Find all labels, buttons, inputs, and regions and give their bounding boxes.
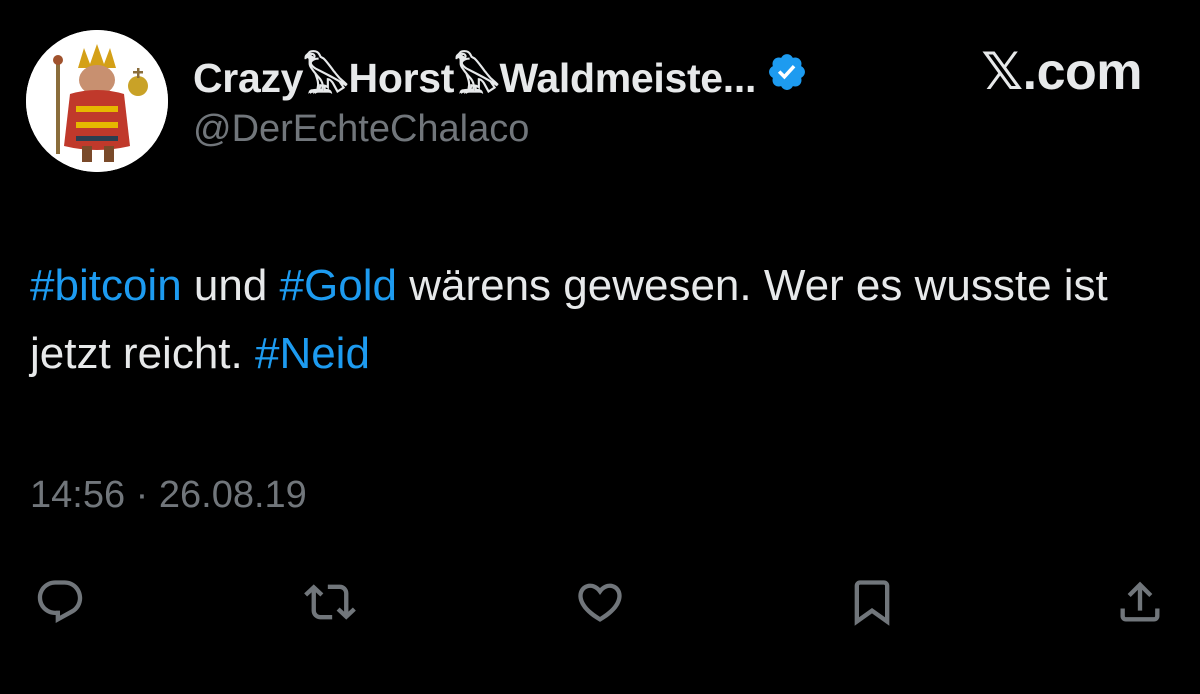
hashtag-link[interactable]: #bitcoin [30,261,182,310]
tweet-text-segment: und [181,261,280,310]
tweet-timestamp[interactable]: 14:56 · 26.08.19 [30,474,307,517]
like-button[interactable] [570,572,630,632]
like-icon [578,583,622,622]
display-name[interactable]: Crazy𓅃Horst𓅃Waldmeiste... [193,39,756,106]
reply-button[interactable] [30,572,90,632]
retweet-icon [304,584,356,620]
author-name-row[interactable]: Crazy𓅃Horst𓅃Waldmeiste... [193,44,808,101]
bookmark-button[interactable] [842,572,902,632]
share-button[interactable] [1110,572,1170,632]
verified-badge-icon [766,51,808,93]
brand-logo: 𝕏.com [981,43,1142,101]
retweet-button[interactable] [300,572,360,632]
avatar[interactable] [26,30,168,172]
bookmark-icon [854,580,890,626]
avatar-image [26,30,168,172]
share-icon [1120,581,1160,622]
author-handle[interactable]: @DerEchteChalaco [193,108,529,151]
hashtag-link[interactable]: #Gold [280,261,397,310]
tweet-text: #bitcoin und #Gold wärens gewesen. Wer e… [30,252,1170,388]
action-bar [0,572,1200,632]
reply-icon [37,580,83,624]
hashtag-link[interactable]: #Neid [255,329,370,378]
